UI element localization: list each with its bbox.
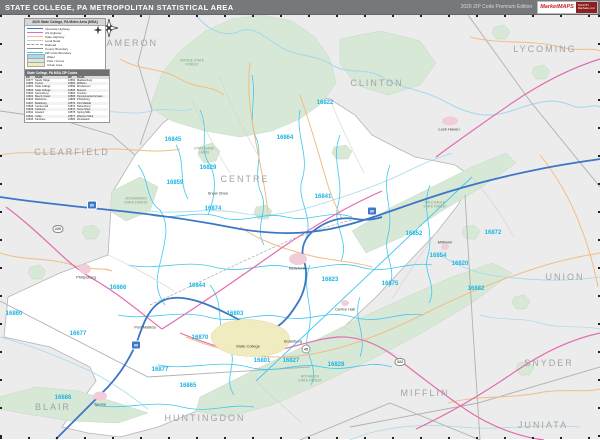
zip-cell: 16882	[68, 118, 77, 121]
legend-swatch	[27, 52, 43, 53]
zip-index-row: 16845Karthaus16882Woodward	[26, 118, 108, 121]
map-title: STATE COLLEGE, PA METROPOLITAN STATISTIC…	[5, 3, 234, 12]
tick-marks-top	[0, 15, 600, 17]
zip-cell: 16845	[26, 118, 35, 121]
logo-brand: MarketMAPS	[538, 2, 576, 13]
legend-swatch	[27, 32, 43, 33]
legend-swatch	[27, 62, 45, 67]
tick-marks-left	[0, 15, 2, 440]
zip-index-rows: 16677Sandy Ridge16852Madisonburg16686Tyr…	[25, 79, 109, 122]
legend-item: Local Road	[27, 39, 103, 42]
name-cell: Karthaus	[35, 118, 68, 121]
name-cell: Woodward	[77, 118, 109, 121]
map-canvas: Sproul State ForestBald Eagle State Fore…	[0, 14, 600, 439]
legend-swatch	[27, 48, 43, 49]
legend-item: Interstate Highway	[27, 27, 103, 30]
legend-swatch	[27, 36, 43, 37]
legend-item: Urban Area	[27, 63, 103, 66]
logo-seller: SOLD BY MapSales.com	[576, 2, 597, 13]
legend-swatch	[27, 44, 43, 45]
edition-label: 2020 ZIP Code Premium Edition	[461, 4, 533, 10]
legend-swatch	[27, 40, 43, 41]
legend-item: State Highway	[27, 35, 103, 38]
legend-item: US Highway	[27, 31, 103, 34]
marketmaps-logo: MarketMAPS SOLD BY MapSales.com	[537, 1, 598, 14]
legend-label: Urban Area	[47, 63, 62, 67]
zip-index-box: State College, PA MSA ZIP Codes ZIP NAME…	[24, 69, 110, 123]
title-bar: STATE COLLEGE, PA METROPOLITAN STATISTIC…	[0, 0, 600, 14]
legend-swatch	[27, 28, 43, 29]
north-arrow-icon	[93, 25, 103, 35]
